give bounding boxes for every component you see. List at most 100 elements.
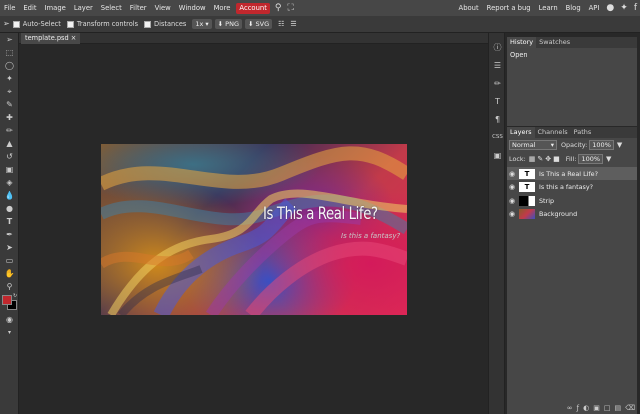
delete-layer-icon[interactable]: ⌫	[625, 404, 635, 412]
layer-row[interactable]: ◉ Strip	[507, 194, 637, 207]
history-brush-tool-icon[interactable]: ↺	[0, 150, 19, 163]
dodge-tool-icon[interactable]: ●	[0, 202, 19, 215]
healing-tool-icon[interactable]: ✚	[0, 111, 19, 124]
move-tool-icon[interactable]: ➢	[0, 16, 13, 32]
menu-file[interactable]: File	[0, 0, 19, 16]
menu-window[interactable]: Window	[175, 0, 210, 16]
transform-controls-box[interactable]	[66, 20, 74, 28]
subtitle-text[interactable]: Is this a fantasy?	[341, 232, 400, 240]
align-icon[interactable]: ☷	[275, 16, 287, 32]
lock-position-icon[interactable]: ✥	[545, 155, 551, 163]
properties-icon[interactable]: ☰	[489, 57, 506, 73]
lock-pixels-icon[interactable]: ✎	[537, 155, 543, 163]
menu-api[interactable]: API	[585, 0, 604, 16]
path-select-tool-icon[interactable]: ➤	[0, 241, 19, 254]
auto-select-checkbox[interactable]: Auto-Select	[12, 20, 61, 28]
type-tool-icon[interactable]: T	[0, 215, 19, 228]
blend-mode-select[interactable]: Normal ▾	[509, 140, 557, 150]
fill-input[interactable]: 100%	[578, 154, 604, 164]
crop-tool-icon[interactable]: ⌖	[0, 85, 19, 98]
fullscreen-icon[interactable]: ⛶	[284, 0, 296, 16]
document-canvas[interactable]: Is This a Real Life? Is this a fantasy?	[101, 144, 407, 315]
account-button[interactable]: Account	[236, 2, 270, 14]
character-icon[interactable]: T	[489, 93, 506, 109]
menu-layer[interactable]: Layer	[70, 0, 97, 16]
visibility-eye-icon[interactable]: ◉	[507, 197, 517, 205]
css-icon[interactable]: CSS	[489, 129, 506, 145]
layer-row[interactable]: ◉ T Is this a fantasy?	[507, 180, 637, 193]
export-png-button[interactable]: ⬇ PNG	[214, 19, 242, 29]
tab-swatches[interactable]: Swatches	[536, 37, 573, 48]
twitter-icon[interactable]: ✦	[617, 0, 631, 16]
menu-report-bug[interactable]: Report a bug	[483, 0, 535, 16]
distances-checkbox[interactable]: Distances	[144, 20, 186, 28]
menu-image[interactable]: Image	[41, 0, 70, 16]
new-layer-icon[interactable]: ▤	[614, 404, 621, 412]
menu-edit[interactable]: Edit	[19, 0, 40, 16]
blur-tool-icon[interactable]: 💧	[0, 189, 19, 202]
visibility-eye-icon[interactable]: ◉	[507, 170, 517, 178]
zoom-tool-icon[interactable]: ⚲	[0, 280, 19, 293]
swap-colors-icon[interactable]: ↻	[13, 293, 17, 299]
screen-mode-icon[interactable]: ▾	[0, 326, 19, 339]
tab-channels[interactable]: Channels	[535, 127, 571, 138]
canvas-area[interactable]: Is This a Real Life? Is this a fantasy?	[19, 44, 488, 414]
menu-filter[interactable]: Filter	[126, 0, 151, 16]
opacity-input[interactable]: 100%	[589, 140, 614, 150]
menu-view[interactable]: View	[151, 0, 175, 16]
reddit-icon[interactable]: ●	[603, 0, 617, 16]
layer-mask-icon[interactable]: ▣	[593, 404, 600, 412]
distances-box[interactable]	[144, 20, 152, 28]
menu-bar: File Edit Image Layer Select Filter View…	[0, 0, 640, 16]
eraser-tool-icon[interactable]: ▣	[0, 163, 19, 176]
distribute-icon[interactable]: ☰	[287, 16, 299, 32]
visibility-eye-icon[interactable]: ◉	[507, 210, 517, 218]
menu-learn[interactable]: Learn	[535, 0, 562, 16]
eyedropper-tool-icon[interactable]: ✎	[0, 98, 19, 111]
foreground-color-swatch[interactable]	[2, 295, 12, 305]
search-icon[interactable]: ⚲	[272, 0, 285, 16]
pen-tool-icon[interactable]: ✒	[0, 228, 19, 241]
auto-select-box[interactable]	[12, 20, 20, 28]
layer-style-icon[interactable]: ƒ	[577, 404, 579, 412]
menu-select[interactable]: Select	[97, 0, 126, 16]
facebook-icon[interactable]: f	[631, 0, 640, 16]
marquee-tool-icon[interactable]: ⬚	[0, 46, 19, 59]
tab-paths[interactable]: Paths	[571, 127, 595, 138]
brush-settings-icon[interactable]: ✏	[489, 75, 506, 91]
visibility-eye-icon[interactable]: ◉	[507, 183, 517, 191]
lasso-tool-icon[interactable]: ◯	[0, 59, 19, 72]
headline-text[interactable]: Is This a Real Life?	[263, 204, 378, 224]
quick-mask-icon[interactable]: ◉	[0, 313, 19, 326]
document-tab[interactable]: template.psd ×	[21, 33, 81, 44]
opacity-arrow-icon[interactable]: ▼	[617, 141, 622, 149]
tab-layers[interactable]: Layers	[507, 127, 535, 138]
info-icon[interactable]: ⓘ	[489, 39, 506, 55]
history-item[interactable]: Open	[507, 48, 637, 62]
fill-tool-icon[interactable]: ◈	[0, 176, 19, 189]
layer-row[interactable]: ◉ T Is This a Real Life?	[507, 167, 637, 180]
magic-wand-tool-icon[interactable]: ✦	[0, 72, 19, 85]
adjustment-layer-icon[interactable]: ◐	[583, 404, 589, 412]
paragraph-icon[interactable]: ¶	[489, 111, 506, 127]
lock-all-icon[interactable]: ■	[553, 155, 560, 163]
brush-tool-icon[interactable]: ✏	[0, 124, 19, 137]
layer-row[interactable]: ◉ Background	[507, 207, 637, 220]
shape-tool-icon[interactable]: ▭	[0, 254, 19, 267]
zoom-select[interactable]: 1x ▾	[192, 19, 212, 29]
menu-more[interactable]: More	[210, 0, 235, 16]
link-layers-icon[interactable]: ∞	[567, 404, 573, 412]
lock-transparency-icon[interactable]: ▦	[529, 155, 536, 163]
hand-tool-icon[interactable]: ✋	[0, 267, 19, 280]
image-icon[interactable]: ▣	[489, 147, 506, 163]
menu-about[interactable]: About	[455, 0, 483, 16]
menu-blog[interactable]: Blog	[562, 0, 585, 16]
clone-stamp-tool-icon[interactable]: ▲	[0, 137, 19, 150]
export-svg-button[interactable]: ⬇ SVG	[245, 19, 273, 29]
tab-history[interactable]: History	[507, 37, 537, 48]
new-group-icon[interactable]: □	[604, 404, 611, 412]
close-tab-icon[interactable]: ×	[71, 34, 77, 42]
move-tool-icon[interactable]: ➢	[0, 33, 19, 46]
transform-controls-checkbox[interactable]: Transform controls	[66, 20, 138, 28]
fill-arrow-icon[interactable]: ▼	[606, 155, 611, 163]
